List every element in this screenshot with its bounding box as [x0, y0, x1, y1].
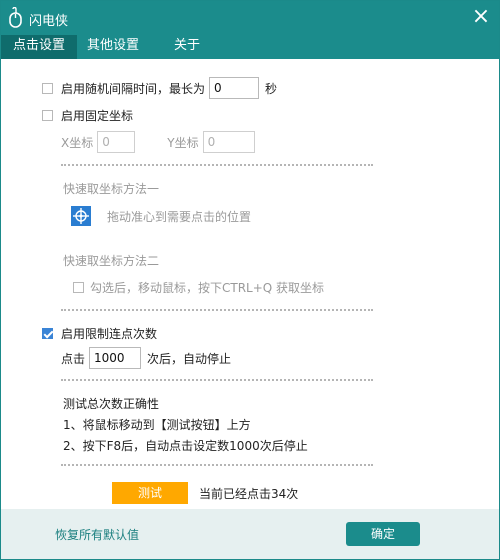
test-step1-row: 1、将鼠标移动到【测试按钮】上方: [63, 416, 251, 433]
ok-button[interactable]: 确定: [346, 522, 420, 546]
crosshair-drag-icon[interactable]: [71, 206, 91, 226]
mouse-icon: [9, 7, 22, 28]
click-count-row: 点击 次后，自动停止: [61, 347, 231, 369]
random-interval-row: 启用随机间隔时间，最长为 秒: [42, 77, 277, 99]
reset-defaults-link[interactable]: 恢复所有默认值: [55, 526, 139, 543]
click-status-text: 当前已经点击34次: [199, 487, 299, 501]
method1-title: 快速取坐标方法一: [63, 182, 160, 196]
method1-hint-row: 拖动准心到需要点击的位置: [107, 208, 251, 225]
fixed-coords-row: 启用固定坐标: [42, 107, 133, 124]
method1-title-row: 快速取坐标方法一: [63, 180, 159, 197]
method2-option-row: 勾选后，移动鼠标，按下CTRL+Q 获取坐标: [73, 279, 324, 296]
tab-bar: 点击设置 其他设置 关于: [1, 35, 499, 59]
divider-1: [61, 164, 373, 166]
method1-hint: 拖动准心到需要点击的位置: [107, 210, 252, 224]
click-count-suffix: 次后，自动停止: [147, 351, 232, 366]
divider-2: [61, 309, 373, 311]
close-icon: ×: [471, 4, 491, 29]
test-title: 测试总次数正确性: [63, 397, 160, 411]
window-title: 闪电侠: [29, 14, 69, 29]
divider-4: [61, 464, 373, 466]
close-button[interactable]: ×: [469, 5, 493, 29]
tab-click-settings[interactable]: 点击设置: [1, 35, 77, 59]
y-coord-input[interactable]: [202, 131, 255, 153]
test-step2: 2、按下F8后，自动点击设定数1000次后停止: [63, 439, 308, 453]
method2-label: 勾选后，移动鼠标，按下CTRL+Q 获取坐标: [90, 281, 325, 295]
fixed-coords-label: 启用固定坐标: [61, 109, 134, 123]
test-title-row: 测试总次数正确性: [63, 395, 159, 412]
limit-clicks-checkbox[interactable]: [42, 328, 53, 339]
divider-3: [61, 379, 373, 381]
seconds-unit-label: 秒: [265, 81, 278, 96]
test-step2-row: 2、按下F8后，自动点击设定数1000次后停止: [63, 437, 308, 454]
y-coord-label: Y坐标: [167, 135, 199, 150]
x-coord-input[interactable]: [97, 131, 136, 153]
title-bar[interactable]: 闪电侠 ×: [1, 1, 499, 35]
click-count-input[interactable]: [89, 347, 142, 369]
test-step1: 1、将鼠标移动到【测试按钮】上方: [63, 418, 251, 432]
limit-clicks-row: 启用限制连点次数: [42, 325, 157, 342]
test-button[interactable]: 测试: [112, 482, 188, 504]
tab-about[interactable]: 关于: [161, 35, 213, 59]
limit-clicks-label: 启用限制连点次数: [61, 327, 158, 341]
coords-input-row: X坐标 Y坐标: [61, 131, 255, 153]
x-coord-label: X坐标: [61, 135, 94, 150]
footer-bar: 恢复所有默认值 确定: [1, 509, 499, 559]
method2-checkbox[interactable]: [73, 282, 84, 293]
click-settings-panel: 启用随机间隔时间，最长为 秒 启用固定坐标 X坐标 Y坐标 快速取坐标方法一: [1, 59, 499, 509]
random-interval-checkbox[interactable]: [42, 82, 53, 94]
method2-title: 快速取坐标方法二: [63, 254, 160, 268]
random-interval-input[interactable]: [209, 77, 260, 99]
fixed-coords-checkbox[interactable]: [42, 110, 53, 121]
app-window: 闪电侠 × 点击设置 其他设置 关于 启用随机间隔时间，最长为 秒 启用固定坐标…: [0, 0, 500, 560]
method2-title-row: 快速取坐标方法二: [63, 252, 159, 269]
tab-other-settings[interactable]: 其他设置: [77, 35, 149, 59]
random-interval-label: 启用随机间隔时间，最长为: [61, 81, 206, 96]
click-status-row: 当前已经点击34次: [199, 485, 298, 502]
click-count-prefix: 点击: [61, 351, 86, 366]
